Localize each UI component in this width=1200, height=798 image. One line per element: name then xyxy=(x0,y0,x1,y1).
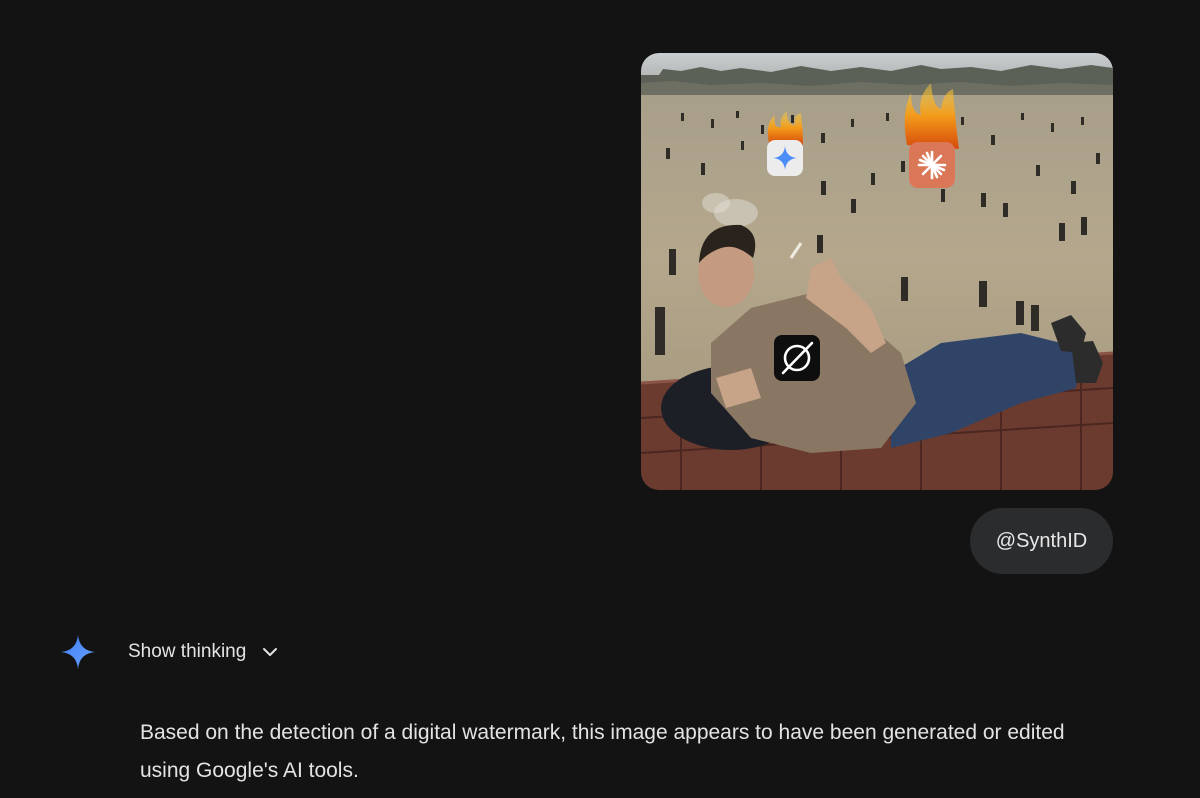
gemini-spark-icon xyxy=(60,634,96,670)
user-message-chip: @SynthID xyxy=(970,508,1113,574)
user-message-text: @SynthID xyxy=(995,529,1088,552)
user-uploaded-image[interactable] xyxy=(641,53,1113,490)
gemini-logo-icon xyxy=(767,111,803,176)
chat-page: @SynthID Show thinking Based on the dete… xyxy=(0,0,1200,798)
show-thinking-toggle[interactable]: Show thinking xyxy=(128,636,280,668)
grok-logo-icon xyxy=(774,335,820,381)
chevron-down-icon xyxy=(263,648,278,656)
show-thinking-label: Show thinking xyxy=(128,641,247,662)
assistant-response: Based on the detection of a digital wate… xyxy=(140,721,1065,782)
